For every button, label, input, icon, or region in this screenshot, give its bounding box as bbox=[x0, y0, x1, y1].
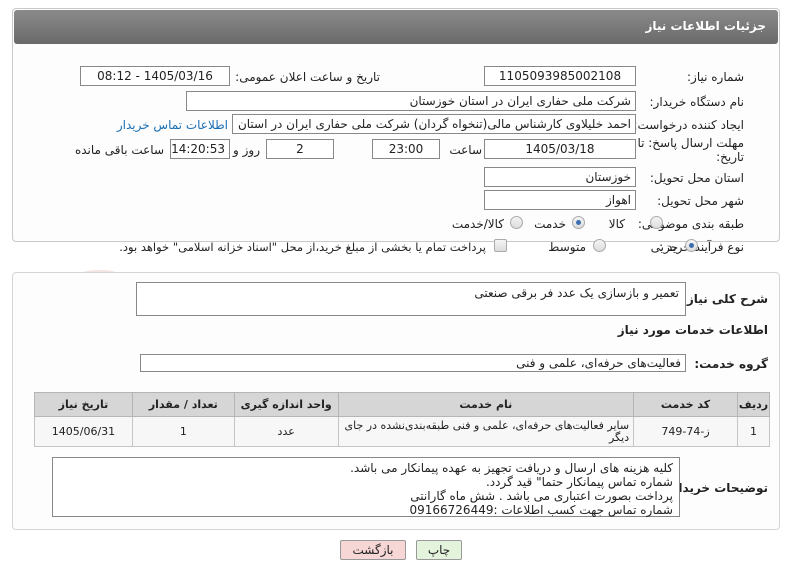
province-field: خوزستان bbox=[484, 167, 636, 187]
col-service-code: کد خدمت bbox=[633, 392, 738, 417]
services-table: تاریخ نیاز تعداد / مقدار واحد اندازه گیر… bbox=[34, 392, 771, 447]
col-need-date: تاریخ نیاز bbox=[34, 392, 133, 417]
buyer-note-line: کلیه هزینه های ارسال و دریافت تجهیز به ع… bbox=[350, 461, 673, 475]
announce-field: 1405/03/16 - 08:12 bbox=[80, 66, 230, 86]
summary-field: تعمیر و بازسازی یک عدد فر برقی صنعتی bbox=[136, 282, 686, 316]
deadline-label-line1: مهلت ارسال پاسخ: تا bbox=[637, 136, 744, 150]
table-header-row: تاریخ نیاز تعداد / مقدار واحد اندازه گیر… bbox=[34, 392, 771, 417]
city-label: شهر محل تحویل: bbox=[657, 194, 744, 208]
buyer-note-line: پرداخت بصورت اعتباری می باشد . شش ماه گا… bbox=[410, 489, 673, 503]
city-field: اهواز bbox=[484, 190, 636, 210]
service-group-label: گروه خدمت: bbox=[694, 357, 768, 371]
treasury-payment-checkbox[interactable] bbox=[494, 239, 507, 252]
deadline-time-field: 23:00 bbox=[372, 139, 440, 159]
deadline-date-field: 1405/03/18 bbox=[484, 139, 636, 159]
announce-label: تاریخ و ساعت اعلان عمومی: bbox=[235, 70, 380, 84]
need-number-field: 1105093985002108 bbox=[484, 66, 636, 86]
category-radio-goods-service[interactable] bbox=[510, 216, 523, 229]
cell-row-number: 1 bbox=[736, 416, 771, 447]
cell-need-date: 1405/06/31 bbox=[34, 416, 133, 447]
back-button[interactable]: بازگشت bbox=[340, 540, 406, 560]
buyer-note-line: شماره تماس پیمانکار حتما" قید گردد. bbox=[485, 475, 673, 489]
category-radio-goods[interactable] bbox=[650, 216, 663, 229]
category-option-goods-service: کالا/خدمت bbox=[451, 217, 504, 231]
remaining-time-field: 14:20:53 bbox=[170, 139, 230, 159]
purchase-option-minor: جزیی bbox=[650, 240, 678, 254]
cell-quantity: 1 bbox=[131, 416, 235, 447]
service-group-field: فعالیت‌های حرفه‌ای، علمی و فنی bbox=[140, 354, 686, 372]
cell-unit: عدد bbox=[233, 416, 339, 447]
requester-field: احمد خلیلاوی کارشناس مالی(تنخواه گردان) … bbox=[232, 114, 636, 134]
remaining-label: ساعت باقی مانده bbox=[74, 143, 164, 157]
time-label: ساعت bbox=[449, 143, 482, 157]
buyer-contact-link[interactable]: اطلاعات تماس خریدار bbox=[117, 118, 228, 132]
deadline-label-line2: تاریخ: bbox=[716, 150, 744, 164]
services-title: اطلاعات خدمات مورد نیاز bbox=[617, 323, 768, 337]
purchase-option-medium: متوسط bbox=[548, 240, 586, 254]
requester-label: ایجاد کننده درخواست: bbox=[633, 118, 744, 132]
days-field: 2 bbox=[266, 139, 334, 159]
summary-text: تعمیر و بازسازی یک عدد فر برقی صنعتی bbox=[474, 286, 679, 300]
category-radio-service[interactable] bbox=[572, 216, 585, 229]
province-label: استان محل تحویل: bbox=[649, 171, 744, 185]
buyer-note-line: شماره تماس جهت کسب اطلاعات :09166726449 bbox=[409, 503, 673, 517]
cell-service-name: سایر فعالیت‌های حرفه‌ای، علمی و فنی طبقه… bbox=[337, 416, 635, 447]
buyer-notes-field: کلیه هزینه های ارسال و دریافت تجهیز به ع… bbox=[52, 457, 680, 517]
payment-note: پرداخت تمام یا بخشی از مبلغ خرید،از محل … bbox=[119, 240, 486, 254]
panel-header: جزئیات اطلاعات نیاز bbox=[14, 10, 778, 44]
days-label: روز و bbox=[233, 143, 260, 157]
buyer-org-label: نام دستگاه خریدار: bbox=[649, 95, 745, 109]
summary-label: شرح کلی نیاز: bbox=[682, 292, 768, 306]
page-title: جزئیات اطلاعات نیاز bbox=[645, 19, 766, 33]
col-service-name: نام خدمت bbox=[337, 392, 635, 417]
table-row: 1405/06/31 1 عدد سایر فعالیت‌های حرفه‌ای… bbox=[34, 416, 771, 447]
cell-service-code: ز-74-749 bbox=[633, 416, 738, 447]
purchase-radio-minor[interactable] bbox=[685, 239, 698, 252]
col-unit: واحد اندازه گیری bbox=[233, 392, 339, 417]
buyer-org-field: شرکت ملی حفاری ایران در استان خوزستان bbox=[186, 91, 636, 111]
buyer-notes-label: توضیحات خریدار: bbox=[666, 481, 768, 495]
need-number-label: شماره نیاز: bbox=[687, 70, 744, 84]
col-quantity: تعداد / مقدار bbox=[131, 392, 235, 417]
category-option-goods: کالا bbox=[608, 217, 625, 231]
print-button[interactable]: چاپ bbox=[416, 540, 462, 560]
purchase-radio-medium[interactable] bbox=[593, 239, 606, 252]
category-option-service: خدمت bbox=[534, 217, 566, 231]
col-row-number: ردیف bbox=[736, 392, 771, 417]
